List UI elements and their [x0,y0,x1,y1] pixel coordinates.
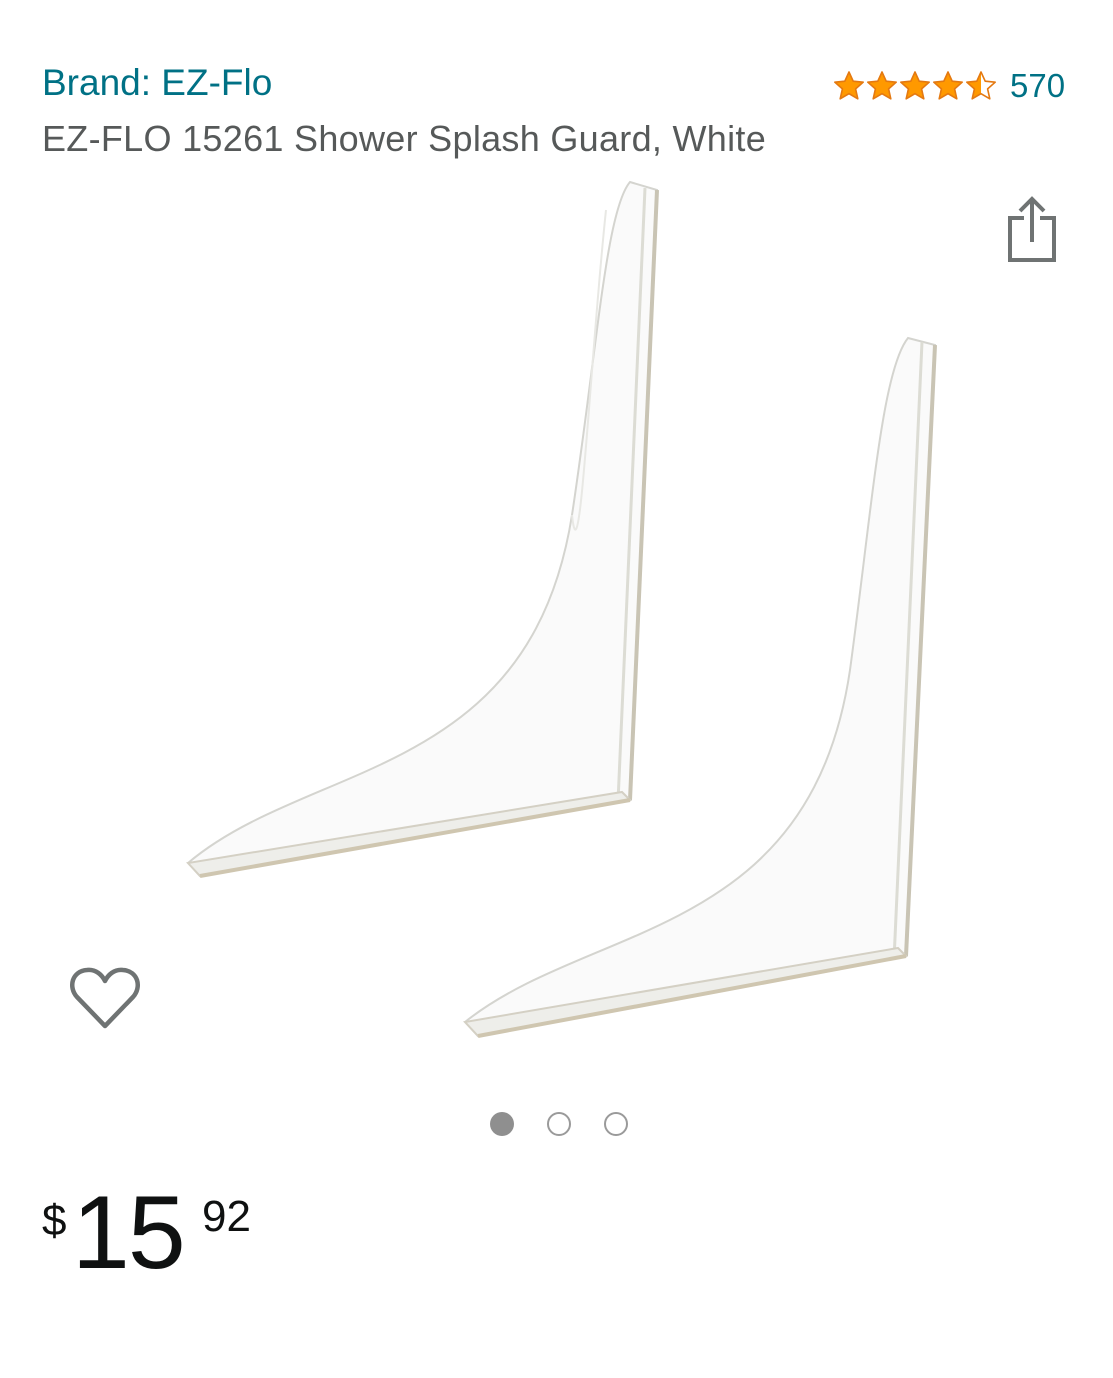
star-rating [833,70,998,102]
price-fraction: 92 [202,1192,251,1241]
product-image[interactable] [160,170,960,1050]
price-symbol: $ [42,1196,67,1245]
carousel-dot[interactable] [604,1112,628,1136]
share-icon [1008,196,1056,262]
star-icon [899,71,931,100]
product-title: EZ-FLO 15261 Shower Splash Guard, White [42,118,767,159]
carousel-dots [490,1109,661,1139]
carousel-dot[interactable] [547,1112,571,1136]
rating-count[interactable]: 570 [1010,64,1065,108]
star-icon [833,71,865,100]
carousel-dot[interactable] [490,1112,514,1136]
price-whole: 15 [72,1175,186,1291]
brand-link[interactable]: Brand: EZ-Flo [42,60,272,106]
star-icon [932,71,964,100]
heart-icon [70,967,140,1029]
wishlist-button[interactable] [68,964,142,1034]
splash-guard-left [186,180,659,878]
share-button[interactable] [1000,194,1064,266]
rating-summary[interactable]: 570 [833,64,1065,108]
star-icon [965,71,997,100]
star-icon [866,71,898,100]
